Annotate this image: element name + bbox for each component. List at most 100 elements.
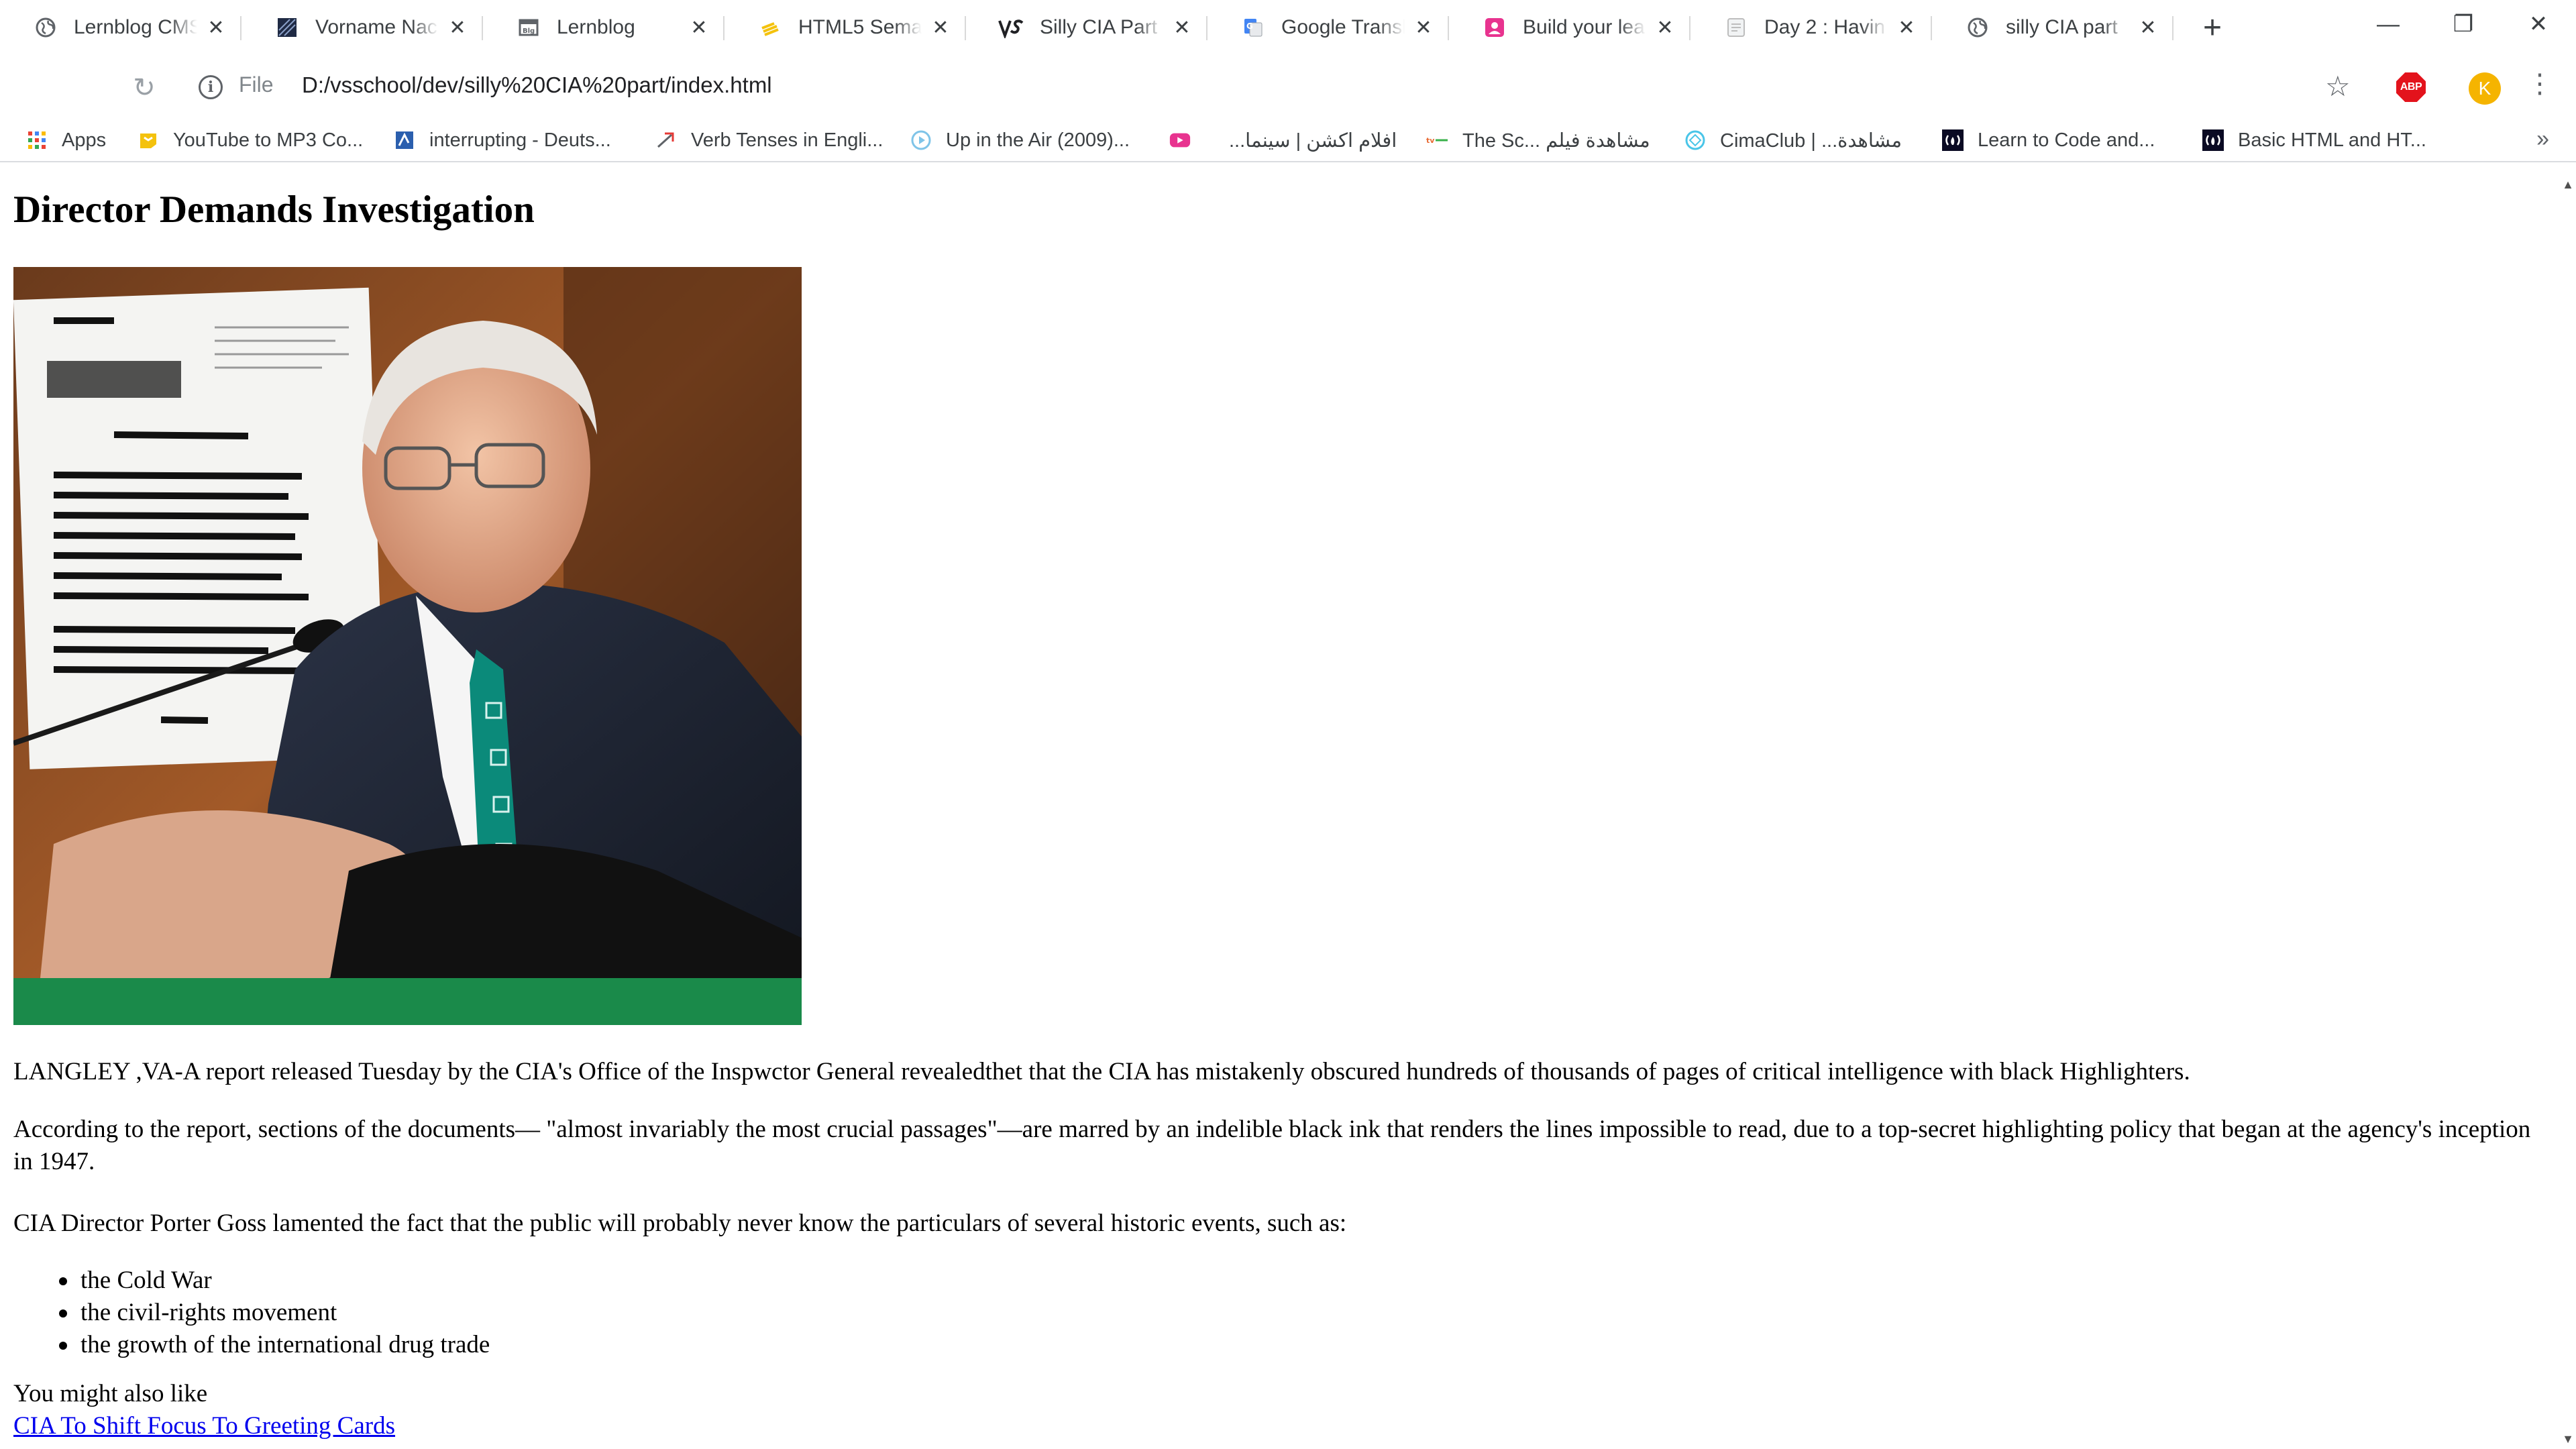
bookmark-label: Learn to Code and... [1978,129,2155,151]
globe-icon [1964,14,1991,41]
tab-html5-semantics[interactable]: HTML5 Sema ✕ [724,0,966,55]
article-photo [13,267,802,1025]
close-icon[interactable]: ✕ [2136,15,2160,40]
scheme-label: File [239,72,274,97]
page-scrollbar[interactable]: ▲ ▼ [2560,164,2576,1449]
tab-silly-cia-part[interactable]: silly CIA part ✕ [1932,0,2174,55]
fcc-icon [1941,129,1964,152]
close-window-button[interactable]: ✕ [2501,0,2576,48]
film-icon [274,14,301,41]
apps-grid-icon [25,129,48,152]
address-bar[interactable]: D:/vsschool/dev/silly%20CIA%20part/index… [302,72,772,98]
tab-lernblog-cms[interactable]: Lernblog CMS ✕ [0,0,241,55]
close-icon[interactable]: ✕ [1411,15,1436,40]
minimize-button[interactable]: — [2351,0,2426,48]
youtube-icon [1169,129,1191,152]
globe-icon [32,14,59,41]
arrow-icon [655,129,678,152]
close-icon[interactable]: ✕ [1894,15,1919,40]
bookmark-label: Apps [62,129,107,151]
tab-title: HTML5 Sema [798,16,922,38]
tab-silly-cia-1[interactable]: Silly CIA Part 1 ✕ [966,0,1208,55]
bookmark-youtube-mp3[interactable]: YouTube to MP3 Co... [137,126,363,154]
bookmark-star-icon[interactable]: ☆ [2325,70,2351,103]
close-icon[interactable]: ✕ [687,15,711,40]
tab-build-your-learning[interactable]: Build your lea ✕ [1449,0,1690,55]
cima-icon [1684,129,1707,152]
tab-title: Build your lea [1523,16,1645,38]
bookmark-youtube[interactable] [1169,126,1205,154]
profile-avatar[interactable]: K [2469,72,2501,105]
bookmark-learn-to-code[interactable]: Learn to Code and... [1941,126,2155,154]
tab-title: Vorname Nac [315,16,437,38]
bookmark-up-in-the-air[interactable]: Up in the Air (2009)... [910,126,1130,154]
article-paragraph: According to the report, sections of the… [13,1116,2531,1175]
adblock-icon[interactable]: ABP [2396,72,2426,102]
bookmarks-overflow-icon[interactable]: » [2536,126,2549,152]
article-title: Director Demands Investigation [13,189,535,231]
bookmark-verb-tenses[interactable]: Verb Tenses in Engli... [655,126,883,154]
page-viewport: Director Demands Investigation LANGLEY ,… [0,164,2560,1449]
bookmark-label: YouTube to MP3 Co... [173,129,364,151]
tab-day-2[interactable]: Day 2 : Havin ✕ [1690,0,1932,55]
browser-toolbar: ↻ i File D:/vsschool/dev/silly%20CIA%20p… [0,55,2576,118]
person-icon [1481,14,1508,41]
bookmark-label: interrupting - Deuts... [429,129,611,151]
fcc-icon [2202,129,2224,152]
tab-lernblog[interactable]: Blg Lernblog ✕ [483,0,724,55]
bookmarks-bar: Apps YouTube to MP3 Co... interrupting -… [0,118,2576,162]
tab-title: Google Transl [1281,16,1405,38]
bookmark-label: The Sc... مشاهدة فيلم [1462,129,1650,152]
scroll-up-arrow-icon[interactable]: ▲ [2560,174,2576,195]
translate-icon: G [1240,14,1267,41]
events-list: the Cold War the civil-rights movement t… [13,1265,490,1361]
tab-title: Lernblog CMS [74,16,197,38]
reload-icon[interactable]: ↻ [127,71,161,105]
yt-mp3-icon [137,129,160,152]
bookmark-interrupting[interactable]: interrupting - Deuts... [393,126,611,154]
bookmark-basic-html[interactable]: Basic HTML and HT... [2202,126,2426,154]
tv-icon: tv [1426,129,1449,152]
also-like-label: You might also like [13,1380,208,1407]
article-paragraph: LANGLEY ,VA-A report released Tuesday by… [13,1058,2190,1085]
tab-strip: Lernblog CMS ✕ Vorname Nac ✕ Blg Lernblo… [0,0,2576,55]
close-icon[interactable]: ✕ [928,15,953,40]
new-tab-button[interactable]: + [2192,7,2233,48]
window-controls: — ❐ ✕ [2351,0,2576,55]
menu-icon[interactable]: ⋮ [2526,68,2553,99]
bookmark-label: Basic HTML and HT... [2238,129,2426,151]
bookmark-label: CimaClub | ...مشاهدة [1720,129,1902,152]
tab-title: Day 2 : Havin [1764,16,1886,38]
close-icon[interactable]: ✕ [204,15,228,40]
close-icon[interactable]: ✕ [1170,15,1194,40]
tab-title: silly CIA part [2006,16,2118,38]
dict-icon [393,129,416,152]
bookmark-the-sc[interactable]: tv The Sc... مشاهدة فيلم [1426,126,1650,154]
director-photo-illustration [13,267,802,1025]
info-icon[interactable]: i [199,75,223,99]
bookmark-label: ...افلام اكشن | سينما [1229,129,1397,152]
tab-title: Lernblog [557,16,635,38]
list-item: the Cold War [13,1265,490,1297]
tab-google-translate[interactable]: G Google Transl ✕ [1208,0,1449,55]
svg-text:Blg: Blg [523,28,535,35]
list-item: the growth of the international drug tra… [13,1329,490,1361]
svg-text:G: G [1246,21,1253,31]
restore-button[interactable]: ❐ [2426,0,2501,48]
article-paragraph: CIA Director Porter Goss lamented the fa… [13,1210,1347,1237]
bookmark-cimaclub[interactable]: CimaClub | ...مشاهدة [1684,126,1902,154]
bookmark-label: Verb Tenses in Engli... [691,129,883,151]
blog-icon: Blg [515,14,542,41]
close-icon[interactable]: ✕ [1653,15,1677,40]
scroll-down-arrow-icon[interactable]: ▼ [2560,1429,2576,1449]
related-article-link[interactable]: CIA To Shift Focus To Greeting Cards [13,1410,395,1442]
vs-icon [998,14,1025,41]
doc-icon [1723,14,1750,41]
tab-vorname[interactable]: Vorname Nac ✕ [241,0,483,55]
close-icon[interactable]: ✕ [445,15,470,40]
play-circle-icon [910,129,932,152]
bookmark-aflam-action[interactable]: ...افلام اكشن | سينما [1229,126,1397,154]
bookmark-apps[interactable]: Apps [25,126,106,154]
stripes-icon [757,14,784,41]
svg-text:tv: tv [1426,136,1435,145]
